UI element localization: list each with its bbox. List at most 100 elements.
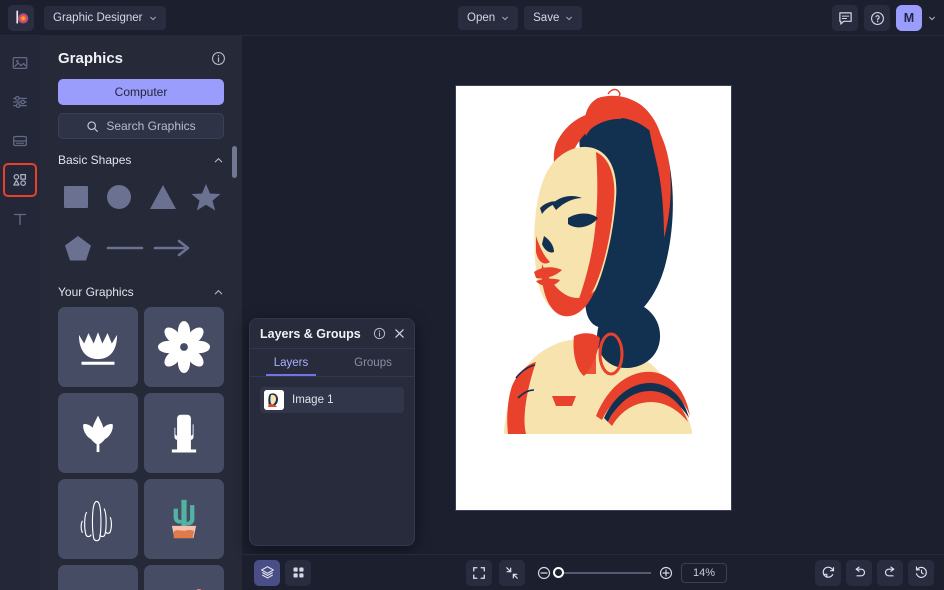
graphic-tile[interactable] — [58, 479, 138, 559]
history-controls — [815, 559, 934, 586]
fit-screen-button[interactable] — [466, 559, 492, 586]
computer-label: Computer — [114, 85, 168, 99]
befunky-logo[interactable] — [8, 4, 34, 31]
graphics-shapes-icon — [13, 173, 27, 187]
undo-button[interactable] — [846, 559, 872, 586]
layers-toggle-button[interactable] — [254, 559, 280, 586]
info-circle-icon[interactable] — [373, 327, 386, 340]
document-type-selector[interactable]: Graphic Designer — [44, 5, 167, 30]
sidebar-header: Graphics — [40, 36, 242, 75]
tulip-graphic — [83, 415, 113, 453]
tab-layers-label: Layers — [273, 356, 309, 369]
reset-rotate-icon — [822, 566, 834, 578]
search-icon — [87, 120, 99, 132]
history-button[interactable] — [908, 559, 934, 586]
potted-cactus-graphic — [171, 499, 197, 539]
reset-button[interactable] — [815, 559, 841, 586]
your-graphics-grid — [40, 299, 242, 590]
shape-pentagon[interactable] — [56, 226, 99, 269]
grid-toggle-button[interactable] — [285, 559, 311, 586]
redo-button[interactable] — [877, 559, 903, 586]
search-input[interactable]: Search Graphics — [58, 113, 224, 139]
zoom-in-icon[interactable] — [658, 565, 674, 581]
image-icon — [12, 56, 28, 70]
shape-star[interactable] — [187, 175, 227, 218]
graphic-tile[interactable] — [144, 479, 224, 559]
sidebar-item-image[interactable] — [5, 48, 35, 78]
section-your-graphics[interactable]: Your Graphics — [58, 285, 224, 299]
tab-groups[interactable]: Groups — [332, 349, 414, 376]
layers-groups-panel[interactable]: Layers & Groups Layers Groups Image 1 — [249, 318, 415, 546]
layers-panel-tabs: Layers Groups — [250, 349, 414, 377]
zoom-controls: 14% — [466, 559, 727, 586]
sidebar-item-text[interactable] — [5, 204, 35, 234]
canvas-area[interactable]: Layers & Groups Layers Groups Image 1 — [242, 36, 944, 554]
zoom-level-value: 14% — [692, 566, 716, 579]
basic-shapes-row-1 — [40, 167, 242, 218]
zoom-slider[interactable] — [553, 566, 651, 578]
save-button[interactable]: Save — [524, 6, 583, 30]
layers-stack-icon — [260, 566, 274, 579]
tab-layers[interactable]: Layers — [250, 349, 332, 376]
graphic-tile[interactable] — [58, 565, 138, 590]
shrink-icon — [506, 566, 518, 579]
save-label: Save — [533, 12, 560, 24]
sidebar-item-frames[interactable] — [5, 126, 35, 156]
shape-line[interactable] — [103, 226, 146, 269]
graphic-tile[interactable] — [58, 393, 138, 473]
chevron-down-icon — [150, 16, 157, 20]
shape-square[interactable] — [56, 175, 96, 218]
shrink-button[interactable] — [499, 559, 525, 586]
sliders-icon — [13, 95, 27, 109]
shape-triangle[interactable] — [143, 175, 183, 218]
chevron-down-icon — [502, 16, 509, 21]
lotus-crown-graphic — [78, 332, 118, 365]
document-type-label: Graphic Designer — [53, 11, 143, 24]
grid-icon — [293, 567, 303, 578]
sidebar-item-graphics[interactable] — [3, 163, 37, 197]
chevron-up-icon — [214, 157, 223, 162]
app-window: Graphic Designer Open Save M Graphics Co… — [0, 0, 944, 590]
page-title: Graphics — [58, 50, 124, 67]
chat-bubble-icon[interactable] — [832, 5, 858, 31]
section-basic-shapes[interactable]: Basic Shapes — [58, 153, 224, 167]
graphic-tile[interactable] — [144, 307, 224, 387]
chevron-down-icon — [566, 16, 573, 21]
sidebar-scrollbar[interactable] — [232, 146, 237, 178]
zoom-slider-handle[interactable] — [553, 566, 564, 578]
zoom-level-input[interactable]: 14% — [681, 562, 727, 583]
shape-arrow[interactable] — [150, 226, 193, 269]
chevron-down-icon[interactable] — [928, 14, 936, 22]
tab-groups-label: Groups — [354, 356, 392, 369]
open-button[interactable]: Open — [458, 6, 519, 30]
bottom-left-tools — [254, 559, 311, 586]
tool-rail — [0, 36, 40, 590]
shape-circle[interactable] — [100, 175, 140, 218]
design-canvas[interactable] — [456, 86, 731, 510]
undo-icon — [855, 566, 865, 577]
zoom-out-icon[interactable] — [536, 565, 552, 581]
layers-panel-title: Layers & Groups — [260, 326, 361, 341]
cactus-solid-graphic — [170, 414, 198, 453]
graphic-tile[interactable] — [144, 565, 224, 590]
file-actions: Open Save — [458, 6, 583, 30]
search-placeholder: Search Graphics — [106, 119, 196, 133]
chevron-up-icon — [214, 289, 223, 294]
graphic-tile[interactable] — [144, 393, 224, 473]
info-circle-icon[interactable] — [211, 51, 226, 66]
layers-panel-header: Layers & Groups — [250, 319, 414, 349]
computer-upload-button[interactable]: Computer — [58, 79, 224, 105]
sidebar-item-edit[interactable] — [5, 87, 35, 117]
daisy-flower-graphic — [158, 321, 210, 373]
top-toolbar: Graphic Designer Open Save M — [0, 0, 944, 36]
graphic-tile[interactable] — [58, 307, 138, 387]
posterized-portrait — [456, 86, 731, 510]
list-item[interactable]: Image 1 — [260, 387, 404, 413]
section-title: Basic Shapes — [58, 153, 132, 167]
help-circle-icon[interactable] — [864, 5, 890, 31]
basic-shapes-row-2 — [40, 218, 242, 269]
close-x-icon[interactable] — [393, 327, 406, 340]
avatar[interactable]: M — [896, 5, 922, 31]
fit-screen-icon — [473, 566, 485, 579]
layer-name: Image 1 — [292, 394, 334, 406]
